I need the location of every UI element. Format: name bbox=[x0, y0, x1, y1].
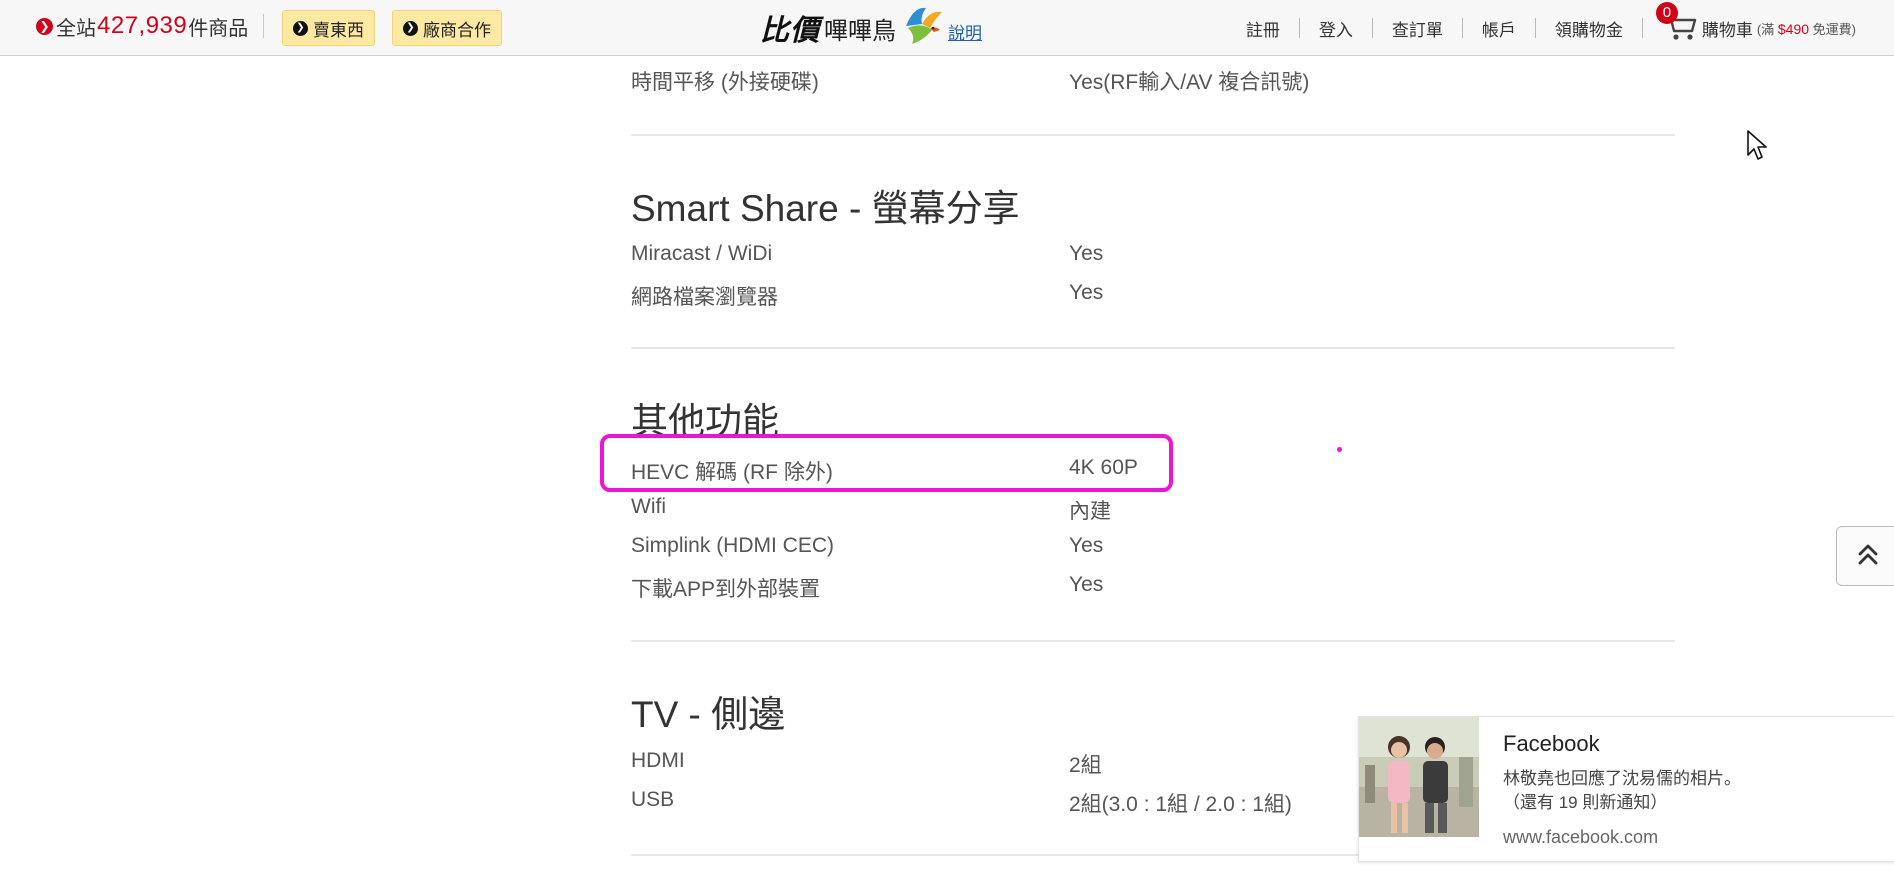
section-title: TV - 側邊 bbox=[631, 694, 786, 735]
arrow-right-circle-icon: ❯ bbox=[403, 20, 418, 36]
sell-label: 賣東西 bbox=[313, 20, 364, 40]
partner-label: 廠商合作 bbox=[423, 20, 491, 40]
logo-main-text: 比價 bbox=[760, 13, 821, 47]
notification-url: www.facebook.com bbox=[1503, 827, 1659, 847]
back-to-top-button[interactable] bbox=[1836, 526, 1894, 586]
arrow-right-circle-icon: ❯ bbox=[36, 17, 53, 35]
product-count: ❯ 全站 427,939 件商品 bbox=[36, 12, 248, 40]
spec-key: HDMI bbox=[631, 749, 685, 772]
divider bbox=[1298, 18, 1300, 38]
divider bbox=[1641, 18, 1643, 38]
count-prefix: 全站 bbox=[56, 17, 96, 40]
facebook-notification[interactable]: Facebook 林敬堯也回應了沈易儒的相片。 （還有 19 則新通知） www… bbox=[1358, 716, 1894, 862]
spec-key: USB bbox=[631, 788, 675, 811]
logo-sub-text: 嗶嗶鳥 bbox=[824, 17, 897, 45]
divider bbox=[1371, 18, 1373, 38]
spec-key: 下載APP到外部裝置 bbox=[631, 578, 821, 601]
divider bbox=[1461, 18, 1463, 38]
nav-account[interactable]: 帳戶 bbox=[1482, 16, 1516, 41]
nav-orders[interactable]: 查訂單 bbox=[1392, 16, 1443, 41]
cart-count-badge: 0 bbox=[1655, 1, 1678, 24]
arrow-right-circle-icon: ❯ bbox=[293, 20, 308, 36]
cart-note-price: $490 bbox=[1777, 20, 1810, 37]
nav-register[interactable]: 註冊 bbox=[1246, 16, 1280, 41]
notification-line-2: （還有 19 則新通知） bbox=[1503, 793, 1668, 812]
spec-value: Yes bbox=[1069, 242, 1104, 265]
spec-key: Simplink (HDMI CEC) bbox=[631, 534, 835, 557]
nav-rewards[interactable]: 領購物金 bbox=[1555, 16, 1623, 41]
sell-button[interactable]: ❯ 賣東西 bbox=[282, 10, 375, 46]
top-bar: ❯ 全站 427,939 件商品 ❯ 賣東西 ❯ 廠商合作 比價 嗶嗶鳥 說明 … bbox=[0, 0, 1894, 56]
spec-value: 內建 bbox=[1069, 500, 1111, 523]
spec-value: Yes bbox=[1069, 281, 1104, 304]
spec-key: Miracast / WiDi bbox=[631, 242, 773, 265]
mouse-cursor-icon bbox=[1746, 129, 1768, 166]
spec-key: Wifi bbox=[631, 495, 666, 518]
section-divider bbox=[631, 640, 1675, 642]
divider bbox=[263, 14, 264, 38]
partner-button[interactable]: ❯ 廠商合作 bbox=[392, 10, 502, 46]
cart-note-suffix: 免運費) bbox=[1812, 21, 1856, 37]
site-logo[interactable]: 比價 嗶嗶鳥 說明 bbox=[760, 4, 982, 52]
spec-value: Yes(RF輸入/AV 複合訊號) bbox=[1069, 71, 1310, 94]
notification-line-1: 林敬堯也回應了沈易儒的相片。 bbox=[1503, 769, 1741, 788]
highlight-box bbox=[600, 434, 1173, 492]
nav-login[interactable]: 登入 bbox=[1319, 16, 1353, 41]
divider bbox=[1534, 18, 1536, 38]
section-divider bbox=[631, 347, 1675, 349]
spec-value: Yes bbox=[1069, 534, 1104, 557]
notification-title: Facebook bbox=[1503, 731, 1600, 756]
spec-value: Yes bbox=[1069, 573, 1104, 596]
bird-logo-icon bbox=[900, 4, 946, 53]
section-divider bbox=[631, 134, 1675, 136]
count-number: 427,939 bbox=[97, 12, 188, 39]
spec-key: 時間平移 (外接硬碟) bbox=[631, 71, 819, 94]
spec-key: 網路檔案瀏覽器 bbox=[631, 286, 778, 309]
notification-photo bbox=[1359, 717, 1479, 837]
notification-message: 林敬堯也回應了沈易儒的相片。 （還有 19 則新通知） bbox=[1503, 767, 1741, 815]
count-suffix: 件商品 bbox=[188, 17, 249, 40]
cart-label: 購物車 bbox=[1701, 20, 1753, 40]
spec-value: 2組(3.0 : 1組 / 2.0 : 1組) bbox=[1069, 793, 1292, 816]
free-shipping-note: (滿 $490 免運費) bbox=[1757, 19, 1856, 38]
top-nav: 註冊 登入 查訂單 帳戶 領購物金 0 購物車 (滿 $490 免運費) bbox=[1246, 1, 1894, 41]
spec-value: 2組 bbox=[1069, 754, 1102, 777]
help-link[interactable]: 說明 bbox=[948, 19, 982, 44]
cart-button[interactable]: 0 購物車 (滿 $490 免運費) bbox=[1655, 1, 1894, 46]
cart-note-prefix: (滿 bbox=[1756, 21, 1775, 37]
double-chevron-up-icon bbox=[1857, 542, 1879, 571]
section-title: Smart Share - 螢幕分享 bbox=[631, 188, 1020, 229]
annotation-dot bbox=[1337, 447, 1342, 452]
